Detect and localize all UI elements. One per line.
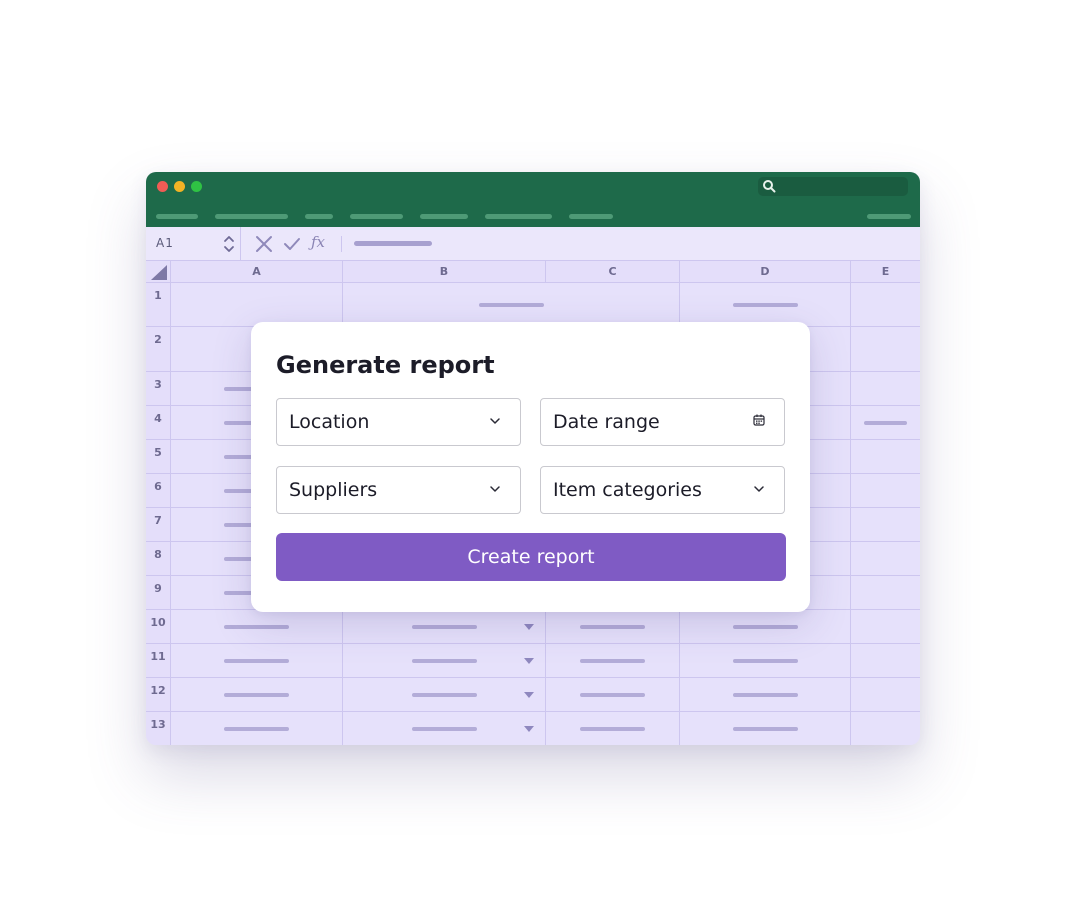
cell[interactable] — [851, 508, 920, 542]
cell[interactable] — [171, 712, 343, 745]
cell[interactable] — [851, 644, 920, 678]
cell[interactable] — [851, 406, 920, 440]
column-header[interactable]: D — [680, 261, 851, 283]
cell[interactable] — [851, 678, 920, 712]
row-header[interactable]: 11 — [146, 644, 171, 678]
create-report-button[interactable]: Create report — [276, 533, 786, 581]
row-header[interactable]: 3 — [146, 372, 171, 406]
dropdown-arrow-icon[interactable] — [524, 658, 534, 664]
cell-content — [479, 303, 544, 307]
row-header[interactable]: 13 — [146, 712, 171, 745]
column-header[interactable]: A — [171, 261, 343, 283]
cell[interactable] — [851, 542, 920, 576]
cell-content — [224, 659, 289, 663]
row-header[interactable]: 10 — [146, 610, 171, 644]
cell[interactable] — [171, 644, 343, 678]
chevron-down-icon — [490, 486, 500, 492]
location-select[interactable]: Location — [276, 398, 521, 446]
cell[interactable] — [680, 283, 851, 327]
chevron-down-icon — [490, 418, 500, 424]
row-header[interactable]: 7 — [146, 508, 171, 542]
cell-content — [864, 421, 907, 425]
row-header[interactable]: 1 — [146, 283, 171, 327]
cell-content — [580, 625, 645, 629]
row-header[interactable]: 12 — [146, 678, 171, 712]
cell[interactable] — [343, 283, 680, 327]
cell-content — [224, 693, 289, 697]
suppliers-select[interactable]: Suppliers — [276, 466, 521, 514]
cell-content — [580, 693, 645, 697]
select-all-icon — [151, 265, 167, 280]
column-header[interactable]: C — [546, 261, 680, 283]
cell-content — [412, 727, 477, 731]
cell[interactable] — [851, 474, 920, 508]
cell[interactable] — [851, 440, 920, 474]
cell-content — [412, 625, 477, 629]
generate-report-dialog: Generate report Location Date range Supp… — [251, 322, 810, 612]
cell[interactable] — [680, 610, 851, 644]
field-label: Suppliers — [289, 479, 378, 501]
cell[interactable] — [171, 678, 343, 712]
cell-content — [412, 693, 477, 697]
cell[interactable] — [546, 644, 680, 678]
cell[interactable] — [546, 712, 680, 745]
cell[interactable] — [171, 610, 343, 644]
dialog-title: Generate report — [276, 351, 495, 379]
cell[interactable] — [851, 576, 920, 610]
cell[interactable] — [546, 678, 680, 712]
field-label: Date range — [553, 411, 660, 433]
cell[interactable] — [851, 327, 920, 372]
cell-content — [412, 659, 477, 663]
cell-content — [733, 659, 798, 663]
cell[interactable] — [680, 712, 851, 745]
dropdown-arrow-icon[interactable] — [524, 726, 534, 732]
cell-content — [733, 693, 798, 697]
cell[interactable] — [851, 283, 920, 327]
cell[interactable] — [851, 610, 920, 644]
field-label: Location — [289, 411, 370, 433]
select-all-corner[interactable] — [146, 261, 171, 283]
item-categories-select[interactable]: Item categories — [540, 466, 785, 514]
cell-content — [580, 659, 645, 663]
cell-content — [733, 727, 798, 731]
column-header[interactable]: B — [343, 261, 546, 283]
dropdown-arrow-icon[interactable] — [524, 692, 534, 698]
cell[interactable] — [680, 678, 851, 712]
date-range-picker[interactable]: Date range — [540, 398, 785, 446]
row-header[interactable]: 8 — [146, 542, 171, 576]
cell-content — [733, 303, 798, 307]
row-header[interactable]: 9 — [146, 576, 171, 610]
row-header[interactable]: 5 — [146, 440, 171, 474]
cell[interactable] — [343, 610, 546, 644]
cell[interactable] — [851, 372, 920, 406]
chevron-down-icon — [754, 486, 764, 492]
calendar-icon — [753, 414, 765, 426]
row-header[interactable]: 4 — [146, 406, 171, 440]
cell[interactable] — [546, 610, 680, 644]
cell[interactable] — [343, 678, 546, 712]
cell[interactable] — [343, 712, 546, 745]
dropdown-arrow-icon[interactable] — [524, 624, 534, 630]
cell[interactable] — [171, 283, 343, 327]
row-header[interactable]: 6 — [146, 474, 171, 508]
cell-content — [580, 727, 645, 731]
cell[interactable] — [680, 644, 851, 678]
cell-content — [733, 625, 798, 629]
cell-content — [224, 625, 289, 629]
cell-content — [224, 727, 289, 731]
column-header[interactable]: E — [851, 261, 920, 283]
field-label: Item categories — [553, 479, 702, 501]
cell[interactable] — [343, 644, 546, 678]
row-header[interactable]: 2 — [146, 327, 171, 372]
cell[interactable] — [851, 712, 920, 745]
